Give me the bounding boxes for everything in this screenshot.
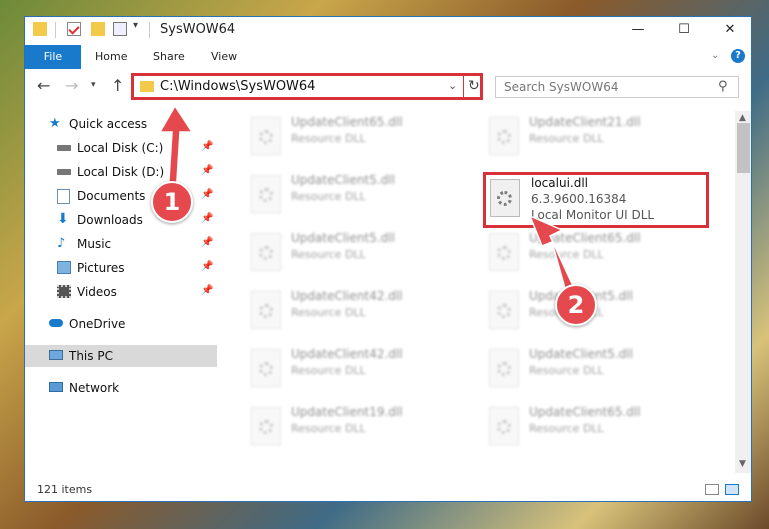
arrow-to-localui-file (528, 214, 575, 294)
annotation-arrows (158, 104, 575, 294)
step-badge-1: 1 (151, 181, 193, 223)
step-badge-2: 2 (555, 284, 597, 326)
